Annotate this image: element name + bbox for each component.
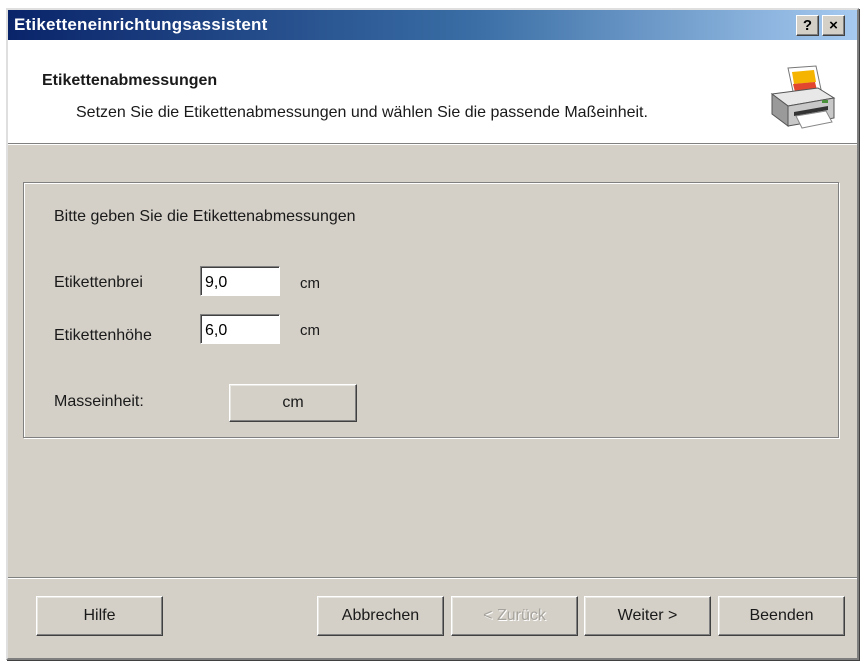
window-title: Etiketteneinrichtungsassistent (14, 15, 268, 34)
label-height: Etikettenhöhe (54, 327, 152, 344)
label-width: Etikettenbrei (54, 274, 143, 291)
help-button[interactable]: Hilfe (36, 596, 163, 636)
height-unit: cm (300, 322, 320, 339)
page-subtitle: Setzen Sie die Etikettenabmessungen und … (76, 104, 648, 121)
wizard-dialog: Etiketteneinrichtungsassistent ? × Etike… (6, 8, 859, 660)
printer-icon (770, 65, 836, 129)
width-input[interactable] (200, 266, 280, 296)
footer-separator (8, 577, 857, 579)
wizard-header: Etikettenabmessungen Setzen Sie die Etik… (8, 40, 857, 144)
help-title-button[interactable]: ? (796, 15, 819, 36)
width-unit: cm (300, 275, 320, 292)
next-button[interactable]: Weiter > (584, 596, 711, 636)
finish-button[interactable]: Beenden (718, 596, 845, 636)
back-button[interactable]: < Zurück (451, 596, 578, 636)
height-input[interactable] (200, 314, 280, 344)
label-unit: Masseinheit: (54, 393, 144, 410)
cancel-button[interactable]: Abbrechen (317, 596, 444, 636)
title-bar[interactable]: Etiketteneinrichtungsassistent ? × (8, 10, 857, 40)
close-title-button[interactable]: × (822, 15, 845, 36)
unit-select-button[interactable]: cm (229, 384, 357, 422)
dimensions-group: Bitte geben Sie die Etikettenabmessungen… (23, 182, 839, 438)
page-title: Etikettenabmessungen (42, 72, 218, 89)
dimensions-intro: Bitte geben Sie die Etikettenabmessungen (54, 208, 356, 225)
